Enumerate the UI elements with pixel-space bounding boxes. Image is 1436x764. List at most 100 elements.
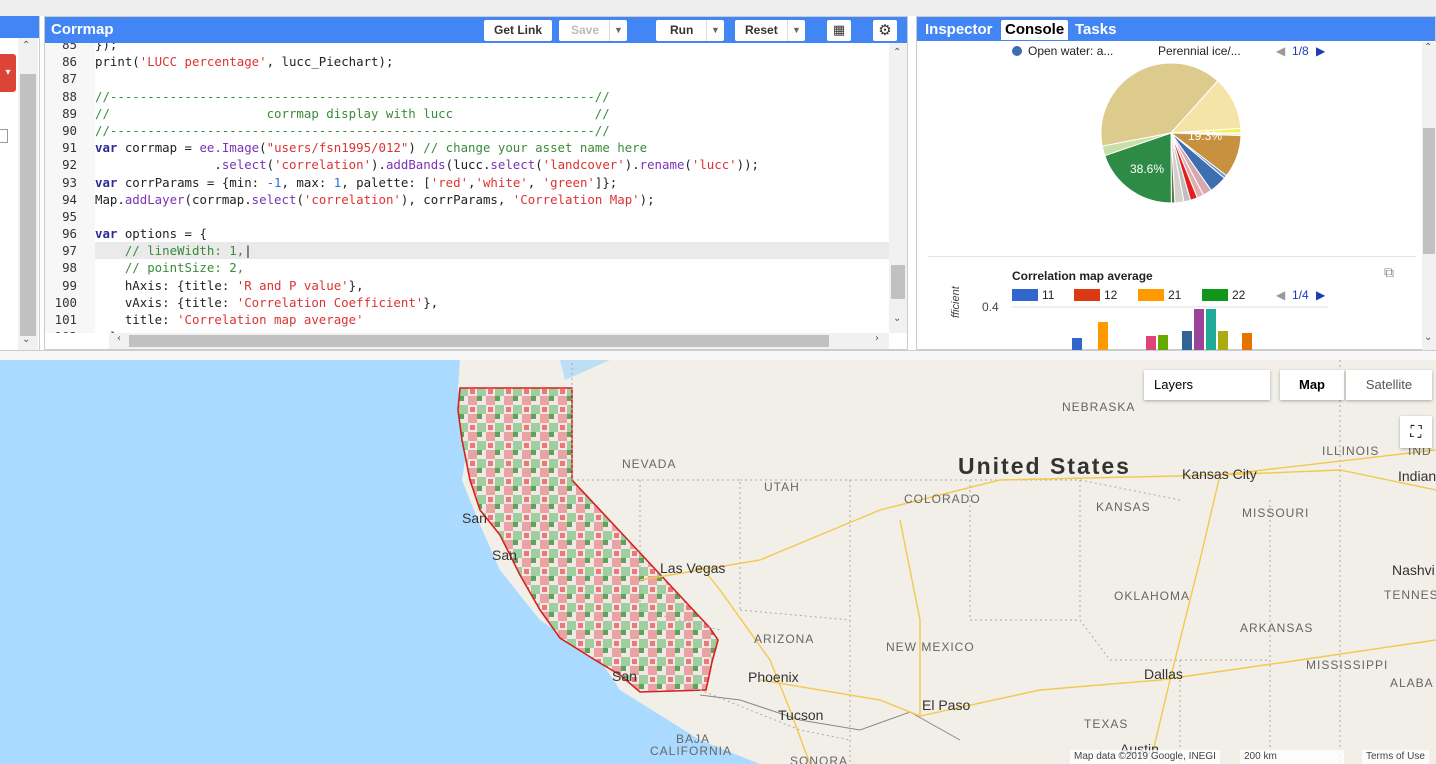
code-token: var [95, 174, 118, 190]
console-scrollbar-thumb[interactable] [1423, 128, 1435, 254]
line-number: 88 [45, 87, 95, 105]
bar-mark [1146, 336, 1156, 350]
code-line[interactable]: 101 title: 'Correlation map average' [45, 311, 890, 329]
pie-legend-prev-icon[interactable]: ◀ [1276, 44, 1285, 58]
code-token: (lucc. [445, 157, 491, 173]
code-line[interactable]: 98 // pointSize: 2, [45, 259, 890, 277]
scripts-scrollbar-thumb[interactable] [20, 74, 36, 336]
map-type-map-button[interactable]: Map [1280, 370, 1344, 400]
apps-grid-icon[interactable]: ▦ [827, 20, 851, 41]
code-token: 'red' [430, 174, 469, 190]
y-axis-label: fficient [950, 286, 962, 318]
code-line[interactable]: 91 var corrmap = ee.Image("users/fsn1995/… [45, 139, 890, 157]
code-line[interactable]: 95 [45, 207, 890, 226]
code-token: , [527, 174, 543, 190]
line-number: 92 [45, 156, 95, 174]
line-number: 93 [45, 173, 95, 191]
map-region-label: NEVADA [622, 457, 677, 471]
popout-icon[interactable]: ⧉ [1384, 264, 1394, 281]
scroll-up-icon[interactable]: ⌃ [22, 40, 30, 51]
code-token: ( [535, 157, 543, 173]
code-line[interactable]: 100 vAxis: {title: 'Correlation Coeffici… [45, 293, 890, 312]
code-line[interactable]: 87 [45, 70, 890, 88]
code-area[interactable]: 85}); 86 print('LUCC percentage', lucc_Pie… [45, 43, 890, 333]
code-token: var [95, 140, 118, 156]
pie-legend-item: Perennial ice/... [1158, 44, 1241, 58]
code-token: 'Correlation map average' [177, 312, 364, 327]
code-token: "users/fsn1995/012" [266, 140, 409, 156]
code-token: addBands [385, 157, 446, 173]
editor-scroll-up-icon[interactable]: ⌃ [893, 47, 901, 58]
code-line[interactable]: 93 var corrParams = {min: -1, max: 1, pal… [45, 173, 890, 191]
run-dropdown-icon[interactable]: ▼ [706, 20, 724, 41]
lucc-pie-chart: 19.3% 38.6% [1100, 62, 1242, 204]
code-token: select [251, 191, 297, 207]
code-token: //--------------------------------------… [95, 122, 610, 138]
settings-gear-icon[interactable]: ⚙ [873, 20, 897, 41]
code-token: , [468, 174, 476, 190]
save-label: Save [571, 23, 600, 37]
scroll-down-icon[interactable]: ⌄ [22, 334, 30, 345]
code-token: corrmap = [117, 140, 200, 156]
terms-of-use-link[interactable]: Terms of Use [1362, 750, 1429, 764]
code-line[interactable]: 89// corrmap display with lucc // [45, 104, 890, 122]
console-scroll-up-icon[interactable]: ⌃ [1424, 42, 1432, 53]
reset-button[interactable]: Reset ▼ [735, 20, 805, 41]
code-line[interactable]: 88//------------------------------------… [45, 87, 890, 105]
map-city-label: Indian [1398, 468, 1436, 484]
reset-dropdown-icon[interactable]: ▼ [787, 20, 805, 41]
code-line[interactable]: 97 // lineWidth: 1,| [45, 242, 890, 260]
output-separator [928, 256, 1416, 257]
code-token: title: [95, 312, 178, 327]
tab-inspector[interactable]: Inspector [921, 20, 997, 40]
code-token: ( [684, 157, 692, 173]
code-token: var [95, 226, 118, 242]
fullscreen-icon[interactable]: ⛶ [1400, 416, 1432, 448]
tab-console[interactable]: Console [1001, 20, 1069, 40]
editor-scroll-right-icon[interactable]: › [875, 333, 879, 344]
get-link-button[interactable]: Get Link [484, 20, 552, 41]
editor-vscroll-thumb[interactable] [891, 265, 905, 299]
code-token: 'Correlation Coefficient' [236, 294, 424, 310]
code-token: 'LUCC percentage' [139, 54, 267, 70]
pie-legend-next-icon[interactable]: ▶ [1316, 44, 1325, 58]
code-line[interactable]: 94 Map.addLayer(corrmap.select('correlati… [45, 190, 890, 208]
panel-resize-handle[interactable] [0, 350, 1436, 360]
code-token: //--------------------------------------… [95, 88, 610, 104]
run-button[interactable]: Run ▼ [656, 20, 724, 41]
bar-mark [1098, 322, 1108, 350]
code-line[interactable]: 92 .select('correlation').addBands(lucc.… [45, 156, 890, 174]
editor-scroll-down-icon[interactable]: ⌄ [893, 313, 901, 324]
save-button[interactable]: Save ▼ [559, 20, 627, 41]
editor-hscroll-thumb[interactable] [129, 335, 829, 347]
console-scroll-down-icon[interactable]: ⌄ [1424, 332, 1432, 343]
line-number: 95 [45, 207, 95, 226]
line-number: 100 [45, 293, 95, 312]
right-panel-tabs: Inspector Console Tasks [917, 17, 1435, 41]
code-line[interactable]: 99 hAxis: {title: 'R and P value'}, [45, 276, 890, 294]
code-token: print( [95, 54, 140, 70]
map-view[interactable]: NEBRASKA United States NEVADA UTAH COLORADO K… [0, 360, 1436, 764]
code-token: )); [736, 157, 760, 173]
tab-tasks[interactable]: Tasks [1071, 20, 1120, 40]
code-token: -1 [266, 174, 282, 190]
save-dropdown-icon[interactable]: ▼ [609, 20, 627, 41]
scripts-panel: ▾ ⌃ ⌄ [0, 16, 40, 350]
code-line[interactable]: 86 print('LUCC percentage', lucc_Piechart… [45, 53, 890, 71]
layers-button[interactable]: Layers [1144, 370, 1270, 400]
bar-mark [1158, 335, 1168, 350]
code-token: 'landcover' [542, 157, 625, 173]
code-line[interactable]: 90//------------------------------------… [45, 121, 890, 140]
map-country-label: United States [958, 453, 1131, 479]
code-token: addLayer [124, 191, 185, 207]
map-city-label: El Paso [922, 697, 971, 713]
new-script-button[interactable]: ▾ [0, 54, 16, 92]
script-checkbox[interactable] [0, 129, 8, 143]
editor-scroll-left-icon[interactable]: ‹ [117, 333, 121, 344]
map-type-satellite-button[interactable]: Satellite [1346, 370, 1432, 400]
pie-slice-label: 19.3% [1188, 129, 1222, 143]
code-token: , max: [281, 174, 334, 190]
code-line[interactable]: 85}); [45, 43, 890, 54]
code-line[interactable]: 96 var options = { [45, 225, 890, 243]
code-token: hAxis: {title: [95, 277, 237, 293]
